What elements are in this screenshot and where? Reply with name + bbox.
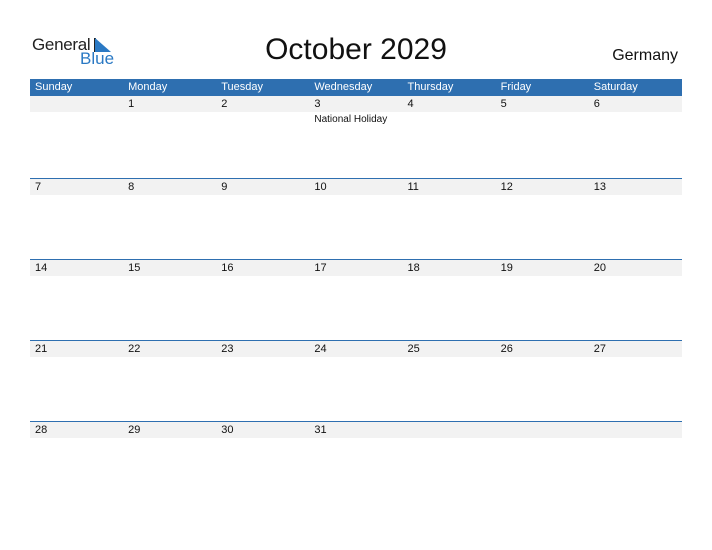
day-number: 14: [35, 262, 48, 274]
date-strip: 28 29 30 31: [30, 422, 682, 438]
day-number: 6: [593, 98, 600, 110]
week-row: 28 29 30 31: [30, 421, 682, 502]
weekday-thursday: Thursday: [407, 81, 454, 93]
day-event: [123, 112, 216, 125]
day-event: [589, 438, 682, 440]
date-strip: 14 15 16 17 18 19 20: [30, 260, 682, 276]
day-number: 2: [221, 98, 228, 110]
date-strip: 1 2 3 4 5 6: [30, 96, 682, 112]
day-event: [123, 276, 216, 278]
events-row: [30, 438, 682, 440]
day-event: [216, 195, 309, 197]
date-strip: 21 22 23 24 25 26 27: [30, 341, 682, 357]
day-number: 1: [128, 98, 135, 110]
day-event: [589, 112, 682, 125]
calendar-grid: Sunday Monday Tuesday Wednesday Thursday…: [30, 79, 682, 502]
weekday-monday: Monday: [128, 81, 168, 93]
day-number: 7: [35, 181, 42, 193]
day-event: [216, 438, 309, 440]
day-event: [123, 438, 216, 440]
day-event: [403, 276, 496, 278]
date-strip: 7 8 9 10 11 12 13: [30, 179, 682, 195]
day-event: [403, 357, 496, 359]
day-event: [496, 276, 589, 278]
day-event: [216, 357, 309, 359]
day-number: 13: [593, 181, 606, 193]
day-event: [589, 195, 682, 197]
day-number: 4: [407, 98, 414, 110]
day-number: 26: [500, 343, 513, 355]
day-event: [403, 195, 496, 197]
weekday-saturday: Saturday: [593, 81, 638, 93]
day-number: 23: [221, 343, 234, 355]
weekday-tuesday: Tuesday: [221, 81, 264, 93]
day-event: [589, 276, 682, 278]
day-number: 24: [314, 343, 327, 355]
day-number: 19: [500, 262, 513, 274]
day-number: 21: [35, 343, 48, 355]
day-event: [216, 112, 309, 125]
day-event: National Holiday: [314, 114, 388, 125]
page-title: October 2029: [265, 33, 447, 66]
day-number: 31: [314, 424, 327, 436]
day-number: 16: [221, 262, 234, 274]
day-number: 9: [221, 181, 228, 193]
day-number: 11: [407, 181, 419, 193]
day-event: [403, 438, 496, 440]
day-event: [496, 195, 589, 197]
day-number: 10: [314, 181, 327, 193]
weekday-wednesday: Wednesday: [314, 81, 373, 93]
day-event: [309, 438, 402, 440]
day-event: [309, 276, 402, 278]
day-number: 30: [221, 424, 234, 436]
day-event: [496, 112, 589, 125]
day-event: [30, 195, 123, 197]
events-row: National Holiday: [30, 112, 682, 125]
events-row: [30, 357, 682, 359]
day-number: 5: [500, 98, 507, 110]
day-number: 8: [128, 181, 135, 193]
day-event: [123, 357, 216, 359]
weekday-header: Sunday Monday Tuesday Wednesday Thursday…: [30, 79, 682, 96]
events-row: [30, 276, 682, 278]
day-event: [30, 438, 123, 440]
day-number: 3: [314, 98, 321, 110]
day-number: 20: [593, 262, 606, 274]
day-event: [309, 195, 402, 197]
day-number: 28: [35, 424, 48, 436]
weekday-friday: Friday: [500, 81, 532, 93]
day-event: [30, 357, 123, 359]
weekday-sunday: Sunday: [35, 81, 73, 93]
day-event: [589, 357, 682, 359]
country-label: Germany: [612, 47, 678, 64]
day-event: [496, 438, 589, 440]
day-number: 27: [593, 343, 606, 355]
day-number: 12: [500, 181, 513, 193]
day-number: 25: [407, 343, 420, 355]
day-number: 29: [128, 424, 141, 436]
day-number: [496, 422, 589, 438]
day-number: 17: [314, 262, 327, 274]
events-row: [30, 195, 682, 197]
week-row: 1 2 3 4 5 6 National Holiday: [30, 96, 682, 178]
day-number: 18: [407, 262, 420, 274]
week-row: 14 15 16 17 18 19 20: [30, 259, 682, 340]
day-number: 15: [128, 262, 141, 274]
week-row: 7 8 9 10 11 12 13: [30, 178, 682, 259]
day-event: [309, 357, 402, 359]
day-event: [30, 276, 123, 278]
day-number: [30, 96, 123, 112]
day-event: [30, 112, 123, 125]
day-event: [496, 357, 589, 359]
week-row: 21 22 23 24 25 26 27: [30, 340, 682, 421]
day-number: 22: [128, 343, 141, 355]
day-event: [403, 112, 496, 125]
day-event: [216, 276, 309, 278]
day-number: [589, 422, 682, 438]
day-number: [403, 422, 496, 438]
day-event: [123, 195, 216, 197]
